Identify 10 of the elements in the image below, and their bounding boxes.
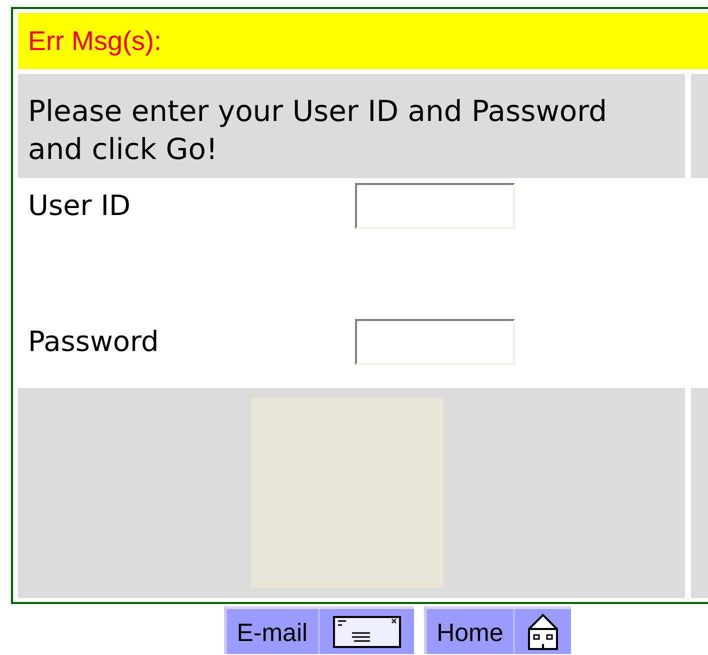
home-button[interactable]: Home bbox=[424, 606, 572, 654]
error-message-label: Err Msg(s): bbox=[18, 13, 708, 69]
instructions-text: Please enter your User ID and Password and click Go! bbox=[27, 93, 608, 168]
envelope-icon bbox=[332, 614, 402, 648]
input-field[interactable] bbox=[355, 319, 515, 365]
email-button[interactable]: E-mail bbox=[224, 606, 414, 654]
house-icon bbox=[527, 612, 560, 650]
field-label: Password bbox=[28, 324, 160, 358]
input-field[interactable] bbox=[355, 183, 515, 229]
field-label: User ID bbox=[28, 188, 132, 222]
